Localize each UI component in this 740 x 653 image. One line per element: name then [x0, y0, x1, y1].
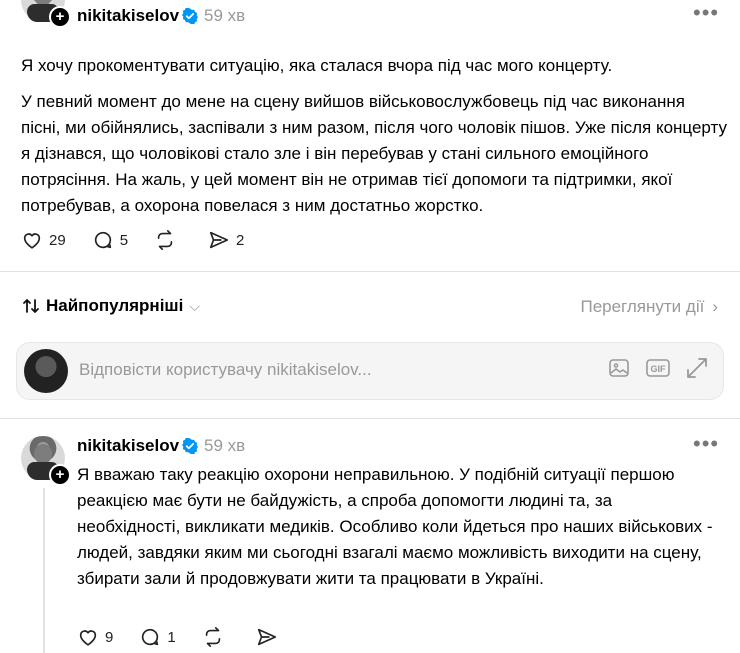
view-activity-link[interactable]: Переглянути дії ›	[580, 297, 718, 317]
post-username[interactable]: nikitakiselov	[77, 6, 179, 26]
comment-time[interactable]: 59 хв	[204, 436, 245, 456]
comment-author-avatar[interactable]: +	[21, 436, 71, 486]
author-avatar[interactable]: +	[21, 0, 71, 28]
comment-like-count: 9	[105, 628, 114, 646]
comment-actions: 9 1	[77, 626, 310, 648]
repost-icon	[205, 627, 220, 647]
verified-badge-icon	[182, 438, 198, 454]
sort-dropdown[interactable]: Найпопулярніші ⌵	[22, 296, 200, 316]
comment-like-button[interactable]: 9	[77, 626, 113, 648]
comment-button[interactable]: 5	[92, 229, 128, 251]
expand-icon[interactable]	[685, 356, 709, 380]
heart-icon	[79, 630, 97, 646]
follow-plus-icon[interactable]: +	[49, 6, 71, 28]
verified-badge-icon	[182, 8, 198, 24]
comment-reply-button[interactable]: 1	[139, 626, 176, 648]
chevron-right-icon: ›	[712, 297, 718, 316]
image-icon[interactable]	[607, 356, 631, 380]
post-more-icon[interactable]: •••	[693, 0, 719, 26]
post-time[interactable]: 59 хв	[204, 6, 245, 26]
send-icon	[209, 231, 229, 249]
share-button[interactable]: 2	[208, 229, 244, 251]
comment-bubble-icon	[142, 628, 159, 646]
like-button[interactable]: 29	[21, 229, 66, 251]
sort-label: Найпопулярніші	[46, 296, 184, 315]
comment-count: 5	[119, 231, 129, 249]
comment-share-button[interactable]	[256, 626, 284, 648]
post-paragraph-1: Я хочу прокоментувати ситуацію, яка стал…	[21, 56, 613, 75]
comment-reply-count: 1	[167, 628, 176, 646]
svg-text:GIF: GIF	[651, 364, 667, 374]
send-icon	[257, 628, 276, 646]
reply-box: GIF	[16, 342, 724, 400]
follow-plus-icon[interactable]: +	[49, 464, 71, 486]
comment-username[interactable]: nikitakiselov	[77, 436, 179, 456]
reply-tools: GIF	[593, 356, 709, 380]
comment-text: Я вважаю таку реакцію охорони неправильн…	[77, 465, 713, 588]
sort-arrows-icon	[23, 299, 39, 313]
current-user-avatar	[24, 349, 68, 393]
comment-more-icon[interactable]: •••	[693, 431, 719, 457]
repost-icon	[157, 230, 173, 250]
divider	[0, 271, 740, 272]
heart-icon	[23, 233, 41, 249]
like-count: 29	[49, 231, 66, 249]
gif-icon[interactable]: GIF	[645, 356, 671, 380]
post-actions: 29 5 2	[21, 229, 270, 251]
repost-button[interactable]	[154, 229, 182, 251]
reply-input[interactable]	[79, 360, 559, 380]
post-paragraph-2: У певний момент до мене на сцену вийшов …	[21, 92, 727, 215]
thread-line	[43, 488, 45, 653]
share-count: 2	[236, 231, 245, 249]
divider	[0, 418, 740, 419]
comment-repost-button[interactable]	[202, 626, 230, 648]
chevron-down-icon: ⌵	[189, 297, 200, 314]
comment-bubble-icon	[94, 231, 111, 249]
view-activity-label: Переглянути дії	[580, 297, 705, 316]
